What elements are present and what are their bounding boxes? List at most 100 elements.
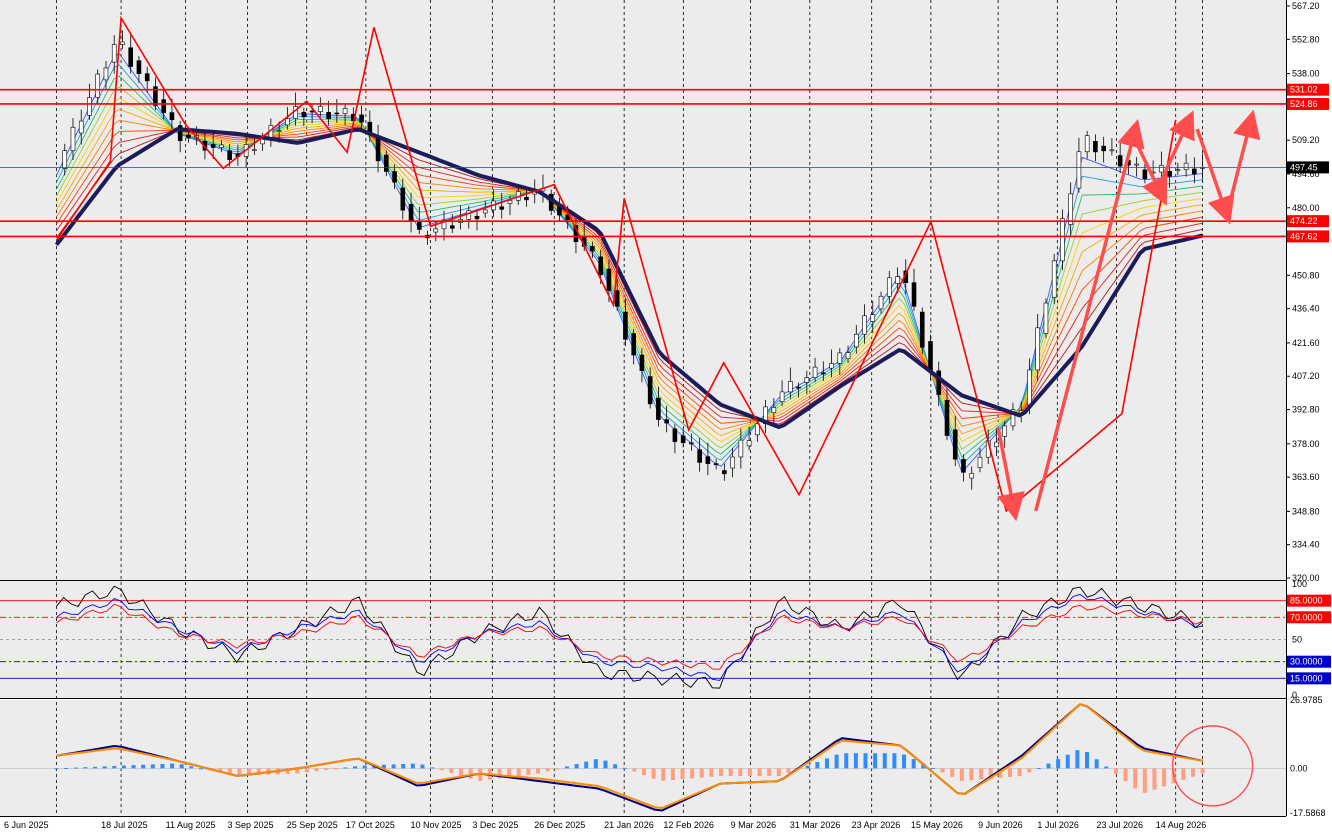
bear-candle xyxy=(961,458,966,473)
time-axis-label: 23 Jul 2026 xyxy=(1097,820,1144,830)
macd-histogram-bar-positive xyxy=(892,753,897,769)
macd-histogram-bar-positive xyxy=(844,753,849,769)
bear-candle xyxy=(689,442,694,445)
macd-histogram-bar-negative xyxy=(680,768,685,780)
bull-candle xyxy=(70,126,76,152)
bull-candle xyxy=(829,363,834,369)
time-axis-label: 3 Sep 2025 xyxy=(228,820,274,830)
price-tick-label: 480.00 xyxy=(1292,203,1320,213)
macd-histogram-bar-negative xyxy=(786,768,791,773)
macd-histogram-bar-positive xyxy=(93,766,98,769)
bull-candle xyxy=(1068,193,1073,225)
macd-histogram-bar-positive xyxy=(902,754,907,769)
price-tick-label: 567.20 xyxy=(1292,1,1320,11)
bear-candle xyxy=(334,112,340,115)
bear-candle xyxy=(664,419,669,424)
bear-candle xyxy=(705,456,711,464)
macd-histogram-bar-negative xyxy=(459,768,464,776)
macd-histogram-bar-negative xyxy=(536,768,541,774)
macd-histogram-bar-negative xyxy=(449,768,454,774)
macd-histogram-bar-positive xyxy=(343,767,348,769)
macd-histogram-bar-positive xyxy=(1065,754,1070,769)
macd-histogram-bar-negative xyxy=(699,768,704,778)
bull-candle xyxy=(1027,369,1032,406)
bear-candle xyxy=(186,134,191,139)
bull-candle xyxy=(870,314,876,322)
oscillator-level-tag-label: 30.0000 xyxy=(1290,657,1323,667)
macd-histogram-bar-negative xyxy=(1007,768,1012,777)
macd-histogram-bar-positive xyxy=(815,762,820,769)
macd-histogram-bar-positive xyxy=(83,767,88,769)
bear-candle xyxy=(656,397,661,420)
bull-candle xyxy=(853,333,859,348)
macd-histogram-bar-positive xyxy=(622,767,627,769)
macd-histogram-bar-negative xyxy=(969,768,974,781)
bear-candle xyxy=(416,220,422,230)
bear-candle xyxy=(1192,168,1197,175)
bull-candle xyxy=(977,456,983,468)
price-tick-label: 436.40 xyxy=(1292,304,1320,314)
price-level-tag-label: 474.22 xyxy=(1290,216,1318,226)
bull-candle xyxy=(1109,149,1115,152)
bear-candle xyxy=(136,60,142,74)
macd-histogram-bar-negative xyxy=(940,768,945,773)
time-axis-label: 14 Aug 2026 xyxy=(1156,820,1207,830)
macd-histogram-bar-negative xyxy=(670,768,675,780)
bull-candle xyxy=(1002,425,1008,437)
macd-histogram-bar-negative xyxy=(690,768,695,779)
macd-histogram-bar-positive xyxy=(131,765,136,769)
time-axis-label: 26 Dec 2025 xyxy=(534,820,585,830)
macd-histogram-bar-negative xyxy=(1027,768,1032,773)
bull-candle xyxy=(771,407,777,413)
macd-histogram-bar-positive xyxy=(853,753,858,769)
bear-candle xyxy=(919,311,925,348)
macd-histogram-bar-negative xyxy=(1181,768,1186,780)
bull-candle xyxy=(779,391,785,402)
bear-candle xyxy=(408,204,414,222)
bear-candle xyxy=(722,470,727,475)
macd-histogram-bar-positive xyxy=(613,764,618,769)
price-tick-label: 378.00 xyxy=(1292,439,1320,449)
bear-candle xyxy=(1101,145,1106,152)
price-tick-label: 450.80 xyxy=(1292,270,1320,280)
bull-candle xyxy=(87,97,92,116)
bull-candle xyxy=(746,440,752,447)
time-axis-label: 18 Jul 2025 xyxy=(101,820,148,830)
macd-histogram-bar-positive xyxy=(584,761,589,769)
time-axis-label: 21 Jan 2026 xyxy=(604,820,654,830)
bull-candle xyxy=(507,200,513,204)
macd-histogram-bar-positive xyxy=(1046,763,1051,769)
bull-candle xyxy=(969,473,975,479)
bear-candle xyxy=(1167,170,1172,177)
bear-candle xyxy=(309,110,315,113)
macd-histogram-bar-negative xyxy=(747,768,752,777)
macd-histogram-bar-positive xyxy=(873,753,878,769)
macd-histogram-bar-negative xyxy=(1123,768,1128,782)
bear-candle xyxy=(821,372,826,375)
macd-histogram-bar-positive xyxy=(54,768,59,770)
chart-canvas[interactable]: 567.20552.80538.00509.20494.60480.00450.… xyxy=(0,0,1332,833)
time-axis-label: 31 Mar 2026 xyxy=(790,820,841,830)
price-tick-label: 363.60 xyxy=(1292,472,1320,482)
time-axis-label: 25 Sep 2025 xyxy=(287,820,338,830)
price-tick-label: 538.00 xyxy=(1292,69,1320,79)
bear-candle xyxy=(375,138,381,162)
bear-candle xyxy=(647,376,653,405)
macd-histogram-bar-positive xyxy=(1104,766,1109,769)
macd-histogram-bar-positive xyxy=(863,753,868,769)
macd-histogram-bar-negative xyxy=(1200,768,1205,774)
bull-candle xyxy=(1043,302,1049,334)
bear-candle xyxy=(631,333,636,356)
price-tick-label: 509.20 xyxy=(1292,135,1320,145)
bull-candle xyxy=(318,106,323,112)
price-tick-label: 421.60 xyxy=(1292,338,1320,348)
bear-candle xyxy=(598,256,603,276)
time-axis-label: 11 Aug 2025 xyxy=(166,820,216,830)
macd-histogram-bar-positive xyxy=(160,763,165,769)
time-axis-label: 17 Oct 2025 xyxy=(346,820,395,830)
bear-candle xyxy=(697,449,702,463)
macd-histogram-bar-negative xyxy=(1017,768,1022,777)
macd-histogram-bar-positive xyxy=(141,764,146,769)
macd-histogram-bar-positive xyxy=(911,759,916,769)
bear-candle xyxy=(384,154,389,172)
